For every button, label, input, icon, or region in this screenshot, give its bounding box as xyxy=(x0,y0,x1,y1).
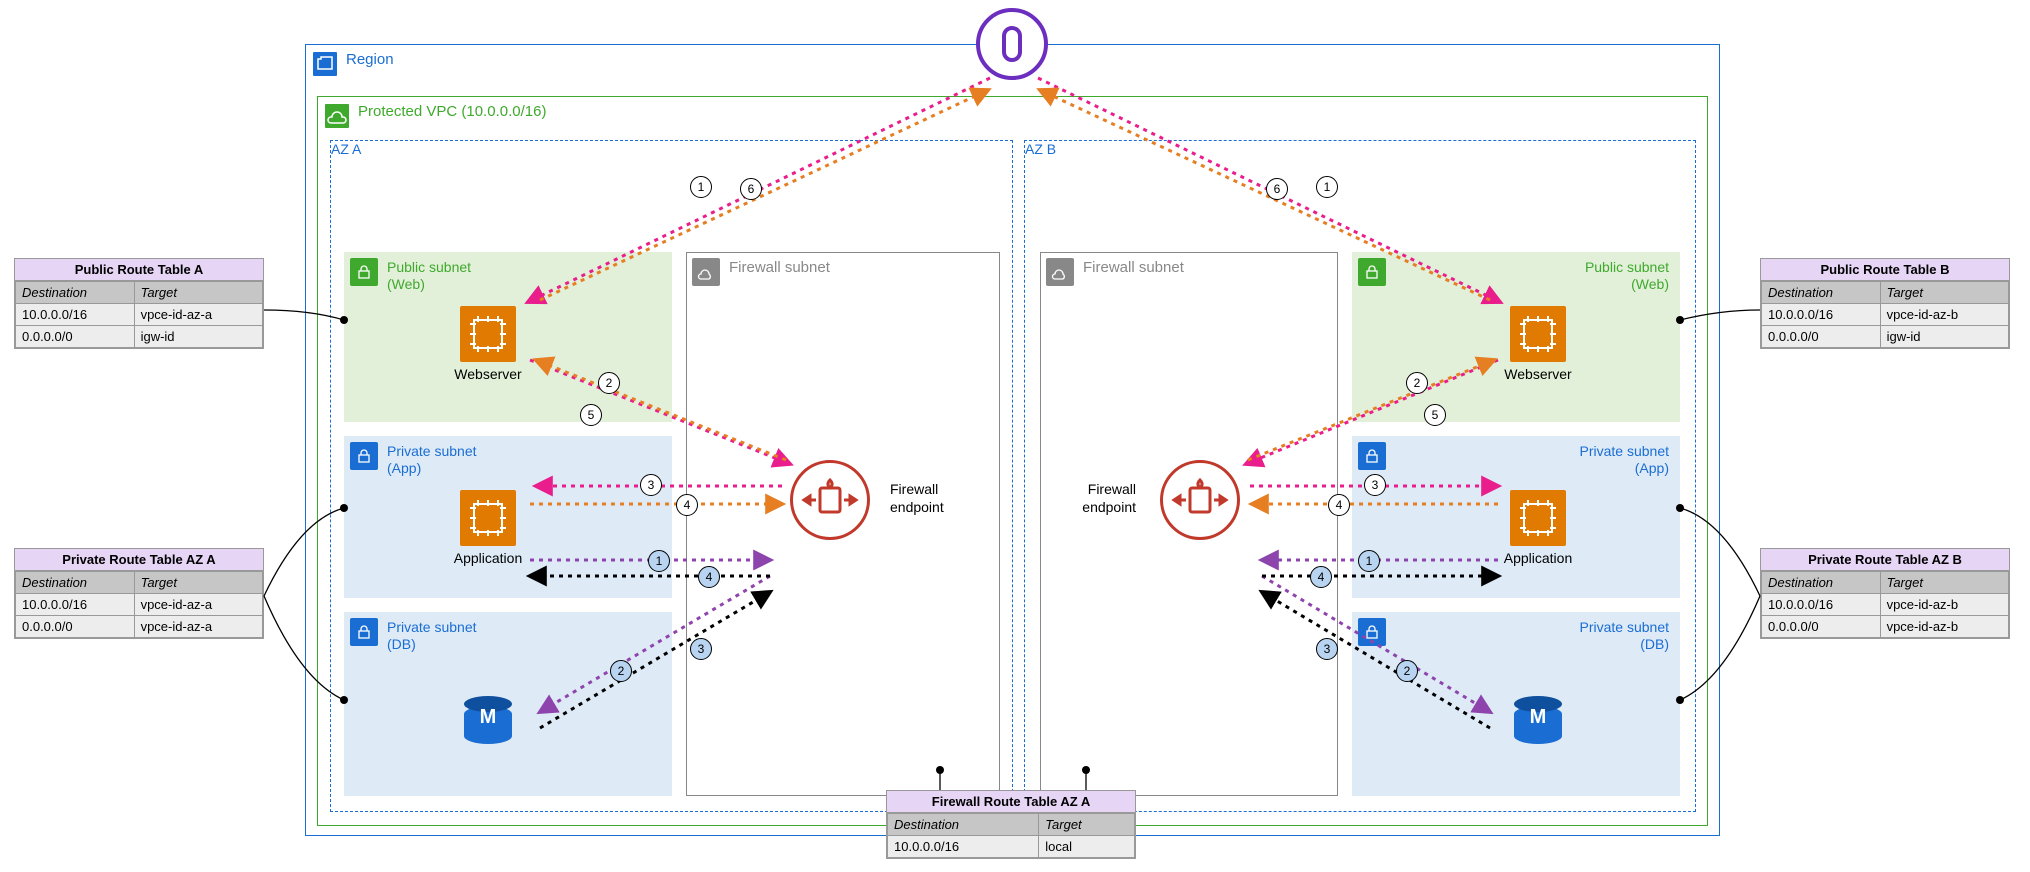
step-4-black-b: 4 xyxy=(1310,566,1332,588)
public-route-table-a: Public Route Table A DestinationTarget 1… xyxy=(14,258,264,349)
dot xyxy=(340,316,348,324)
rt-title: Private Route Table AZ B xyxy=(1761,549,2009,571)
private-db-b-title: Private subnet(DB) xyxy=(1580,619,1670,653)
cloud-icon xyxy=(692,258,720,286)
rt-title: Public Route Table A xyxy=(15,259,263,281)
step-4-orange-a: 4 xyxy=(676,494,698,516)
application-a-icon xyxy=(460,490,516,546)
cloud-icon xyxy=(1046,258,1074,286)
application-b-icon xyxy=(1510,490,1566,546)
step-3-pink-b: 3 xyxy=(1364,474,1386,496)
lock-icon xyxy=(1358,442,1386,470)
firewall-endpoint-b-label: Firewallendpoint xyxy=(1056,480,1136,516)
step-1-pink-a: 1 xyxy=(690,176,712,198)
step-2-purple-b: 2 xyxy=(1396,660,1418,682)
public-subnet-title: Public subnet(Web) xyxy=(387,259,471,293)
rt-title: Private Route Table AZ A xyxy=(15,549,263,571)
step-1-purple-a: 1 xyxy=(648,550,670,572)
step-1-pink-b: 1 xyxy=(1316,176,1338,198)
lock-icon xyxy=(350,442,378,470)
step-5-orange-b: 5 xyxy=(1424,404,1446,426)
firewall-endpoint-b-icon xyxy=(1160,460,1240,540)
dot xyxy=(1676,696,1684,704)
public-subnet-b-title: Public subnet(Web) xyxy=(1585,259,1669,293)
private-app-b-title: Private subnet(App) xyxy=(1580,443,1670,477)
webserver-b-label: Webserver xyxy=(1498,366,1578,382)
vpc-label: Protected VPC (10.0.0.0/16) xyxy=(358,103,546,120)
step-6-orange-b: 6 xyxy=(1266,178,1288,200)
private-db-title: Private subnet(DB) xyxy=(387,619,477,653)
private-app-title: Private subnet(App) xyxy=(387,443,477,477)
webserver-a-icon xyxy=(460,306,516,362)
region-icon xyxy=(311,50,339,78)
step-4-black-a: 4 xyxy=(698,566,720,588)
step-2-pink-b: 2 xyxy=(1406,372,1428,394)
region-label: Region xyxy=(346,51,394,68)
private-route-table-a: Private Route Table AZ A DestinationTarg… xyxy=(14,548,264,639)
internet-gateway-icon xyxy=(976,8,1048,80)
dot xyxy=(340,696,348,704)
private-route-table-b: Private Route Table AZ B DestinationTarg… xyxy=(1760,548,2010,639)
firewall-endpoint-a-label: Firewallendpoint xyxy=(890,480,970,516)
database-a-icon: M xyxy=(464,696,512,744)
lock-icon xyxy=(1358,258,1386,286)
firewall-subnet-b-title: Firewall subnet xyxy=(1083,259,1184,276)
firewall-subnet-title: Firewall subnet xyxy=(729,259,830,276)
dot xyxy=(936,766,944,774)
step-6-orange-a: 6 xyxy=(740,178,762,200)
step-4-orange-b: 4 xyxy=(1328,494,1350,516)
step-3-pink-a: 3 xyxy=(640,474,662,496)
vpc-icon xyxy=(323,102,351,130)
lock-icon xyxy=(1358,618,1386,646)
firewall-endpoint-a-icon xyxy=(790,460,870,540)
az-a-label: AZ A xyxy=(331,141,1012,157)
webserver-b-icon xyxy=(1510,306,1566,362)
dot xyxy=(340,504,348,512)
application-b-label: Application xyxy=(1498,550,1578,566)
dot xyxy=(1676,316,1684,324)
public-route-table-b: Public Route Table B DestinationTarget 1… xyxy=(1760,258,2010,349)
step-2-purple-a: 2 xyxy=(610,660,632,682)
lock-icon xyxy=(350,258,378,286)
step-2-pink-a: 2 xyxy=(598,372,620,394)
database-b-icon: M xyxy=(1514,696,1562,744)
lock-icon xyxy=(350,618,378,646)
dot xyxy=(1082,766,1090,774)
webserver-a-label: Webserver xyxy=(448,366,528,382)
rt-title: Public Route Table B xyxy=(1761,259,2009,281)
step-1-purple-b: 1 xyxy=(1358,550,1380,572)
firewall-route-table-a: Firewall Route Table AZ A DestinationTar… xyxy=(886,790,1136,859)
step-5-orange-a: 5 xyxy=(580,404,602,426)
rt-title: Firewall Route Table AZ A xyxy=(887,791,1135,813)
step-3-black-a: 3 xyxy=(690,638,712,660)
step-3-black-b: 3 xyxy=(1316,638,1338,660)
application-a-label: Application xyxy=(448,550,528,566)
az-b-label: AZ B xyxy=(1025,141,1695,157)
dot xyxy=(1676,504,1684,512)
